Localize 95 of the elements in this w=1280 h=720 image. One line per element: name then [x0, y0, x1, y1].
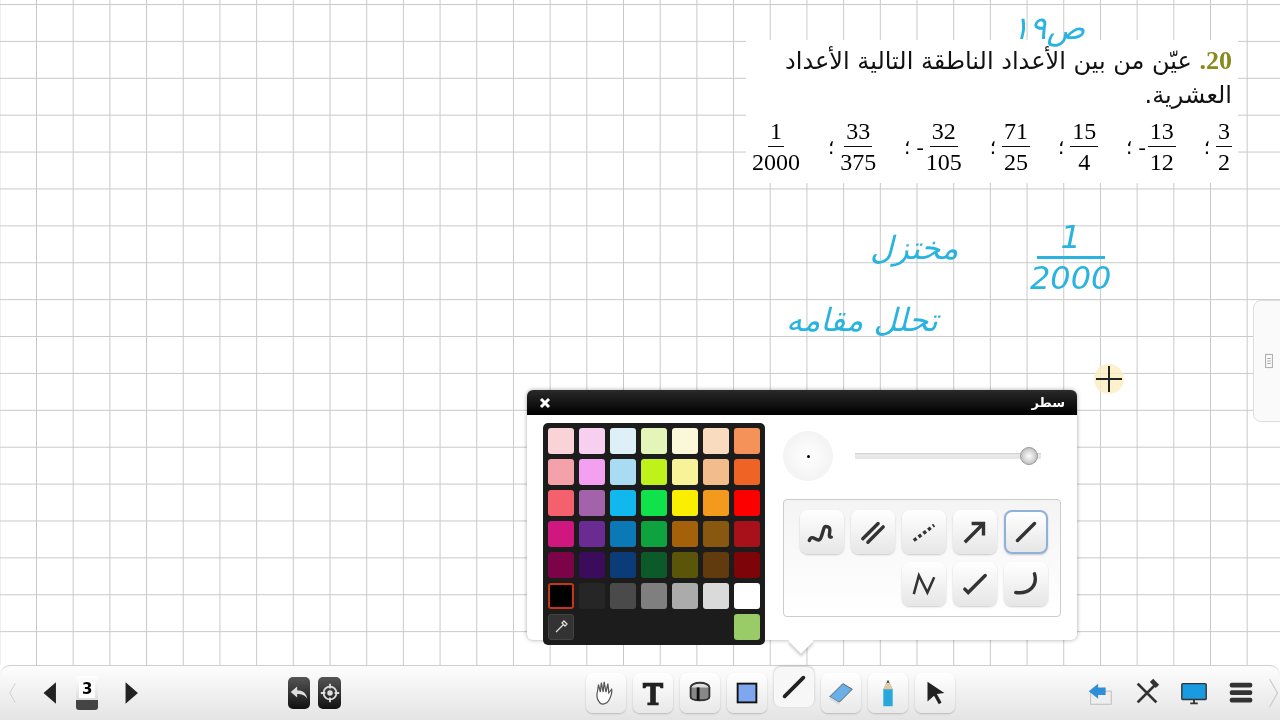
line-style-button[interactable] — [1004, 562, 1048, 606]
fraction-denominator: 2000 — [752, 148, 801, 177]
fraction-numerator: 3 — [1216, 116, 1232, 147]
color-swatch[interactable] — [734, 428, 760, 454]
color-swatch[interactable] — [703, 521, 729, 547]
color-swatch[interactable] — [610, 490, 636, 516]
line-style-button[interactable] — [1004, 510, 1048, 554]
color-swatch[interactable] — [672, 583, 698, 609]
fraction-denominator: 2 — [1218, 148, 1230, 177]
handwritten-denominator: 2000 — [1030, 259, 1112, 297]
fraction-numerator: 15 — [1070, 116, 1099, 147]
fraction-denominator: 105 — [925, 148, 962, 177]
target-button[interactable] — [318, 677, 341, 709]
color-swatch[interactable] — [672, 459, 698, 485]
separator: ؛ — [1203, 134, 1210, 159]
color-swatch[interactable] — [734, 521, 760, 547]
line-style-button[interactable] — [902, 510, 946, 554]
color-swatch[interactable] — [548, 552, 574, 578]
handwritten-numerator: 1 — [1036, 218, 1105, 259]
minus-sign: - — [916, 133, 924, 160]
separator: ؛ — [1057, 134, 1065, 159]
color-swatch[interactable] — [672, 428, 698, 454]
color-swatch[interactable] — [610, 552, 636, 578]
color-swatch[interactable] — [548, 428, 574, 454]
separator: ؛ — [904, 134, 911, 159]
tool-button[interactable] — [680, 673, 720, 713]
stroke-preview — [783, 431, 833, 481]
tool-button[interactable] — [727, 673, 767, 713]
color-swatch[interactable] — [548, 521, 574, 547]
color-swatch[interactable] — [579, 490, 605, 516]
color-swatch[interactable] — [641, 552, 667, 578]
color-swatch[interactable] — [610, 459, 636, 485]
minus-sign: - — [1138, 133, 1146, 160]
color-swatch[interactable] — [641, 428, 667, 454]
tool-button[interactable] — [774, 667, 814, 707]
fraction-numerator: 71 — [1002, 116, 1030, 147]
color-swatch[interactable] — [641, 459, 667, 485]
fraction-numerator: 33 — [844, 116, 873, 147]
separator: ؛ — [1126, 134, 1133, 159]
color-swatch[interactable] — [734, 583, 760, 609]
color-swatch[interactable] — [641, 583, 667, 609]
color-swatch[interactable] — [548, 490, 574, 516]
color-swatch[interactable] — [579, 552, 605, 578]
fraction-numerator: 32 — [929, 116, 958, 147]
color-swatch[interactable] — [703, 552, 729, 578]
line-style-button[interactable] — [800, 510, 844, 554]
tool-button[interactable] — [586, 673, 626, 713]
color-swatch[interactable] — [548, 459, 574, 485]
color-swatch[interactable] — [641, 521, 667, 547]
page-sorter-button[interactable]: 3 — [75, 676, 99, 710]
undo-button[interactable] — [287, 677, 311, 709]
line-style-button[interactable] — [902, 562, 946, 606]
separator: ؛ — [827, 134, 835, 159]
color-swatch[interactable] — [734, 552, 760, 578]
color-swatch[interactable] — [579, 521, 605, 547]
color-swatch[interactable] — [548, 583, 574, 609]
fraction-denominator: 375 — [840, 148, 877, 177]
color-swatch[interactable] — [579, 459, 605, 485]
eyedropper-icon — [553, 619, 569, 635]
color-swatch[interactable] — [703, 490, 729, 516]
close-icon[interactable] — [539, 396, 551, 409]
color-swatch[interactable] — [672, 552, 698, 578]
fraction-numerator: 1 — [768, 116, 785, 147]
popup-title: سطر — [1031, 395, 1065, 410]
color-swatch[interactable] — [734, 490, 760, 516]
fraction-denominator: 25 — [1004, 148, 1028, 177]
crosshair-target-icon — [318, 682, 341, 704]
page-number: 3 — [79, 681, 96, 698]
color-swatch[interactable] — [703, 428, 729, 454]
eyedropper-button[interactable] — [548, 614, 574, 640]
color-swatch[interactable] — [610, 521, 636, 547]
side-panel-handle[interactable] — [1253, 300, 1280, 422]
color-swatch[interactable] — [610, 428, 636, 454]
tool-button[interactable] — [915, 673, 955, 713]
color-swatch[interactable] — [579, 428, 605, 454]
color-swatch[interactable] — [672, 521, 698, 547]
custom-color-swatch[interactable] — [734, 614, 760, 640]
color-swatch[interactable] — [672, 490, 698, 516]
line-style-button[interactable] — [851, 510, 895, 554]
fraction-denominator: 4 — [1078, 148, 1091, 177]
color-swatch[interactable] — [734, 459, 760, 485]
tool-button[interactable] — [633, 673, 673, 713]
line-style-button[interactable] — [953, 510, 997, 554]
handwritten-note: مختزل — [870, 228, 959, 269]
line-style-button[interactable] — [953, 562, 997, 606]
handwritten-note: ص١٩ — [1012, 8, 1086, 47]
crosshair-cursor-icon — [1093, 363, 1125, 395]
color-swatch[interactable] — [703, 459, 729, 485]
fraction-denominator: 12 — [1149, 148, 1174, 177]
separator: ؛ — [989, 134, 996, 159]
color-swatch[interactable] — [641, 490, 667, 516]
color-swatch[interactable] — [703, 583, 729, 609]
fraction-numerator: 13 — [1147, 116, 1176, 147]
panel-icon — [1264, 352, 1274, 370]
color-swatch[interactable] — [610, 583, 636, 609]
